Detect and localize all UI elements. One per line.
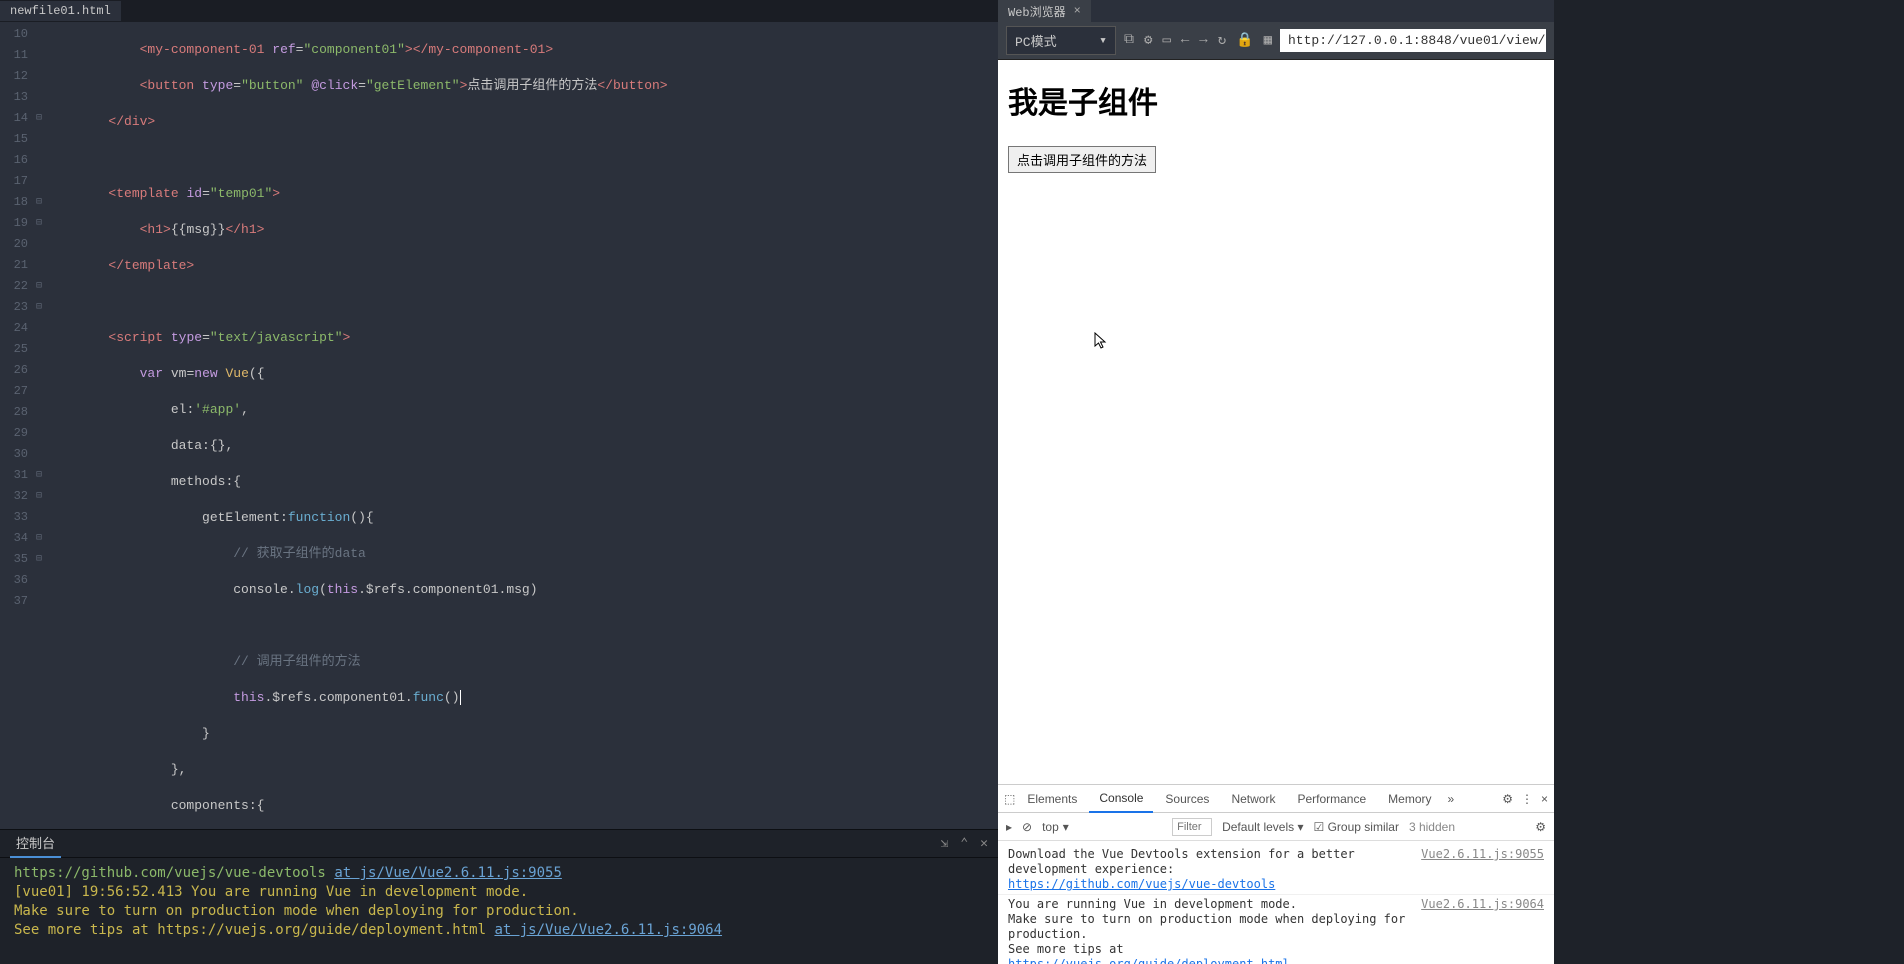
link[interactable]: https://vuejs.org/guide/deployment.html xyxy=(1008,957,1290,964)
preview-heading: 我是子组件 xyxy=(1008,78,1544,122)
tab-sources[interactable]: Sources xyxy=(1155,786,1219,812)
devtools-panel: ⬚ Elements Console Sources Network Perfo… xyxy=(998,784,1554,964)
gear-icon[interactable]: ⚙ xyxy=(1502,792,1513,806)
mode-select-label: PC模式 xyxy=(1015,31,1057,50)
hidden-count: 3 hidden xyxy=(1409,820,1455,834)
chevron-down-icon: ▾ xyxy=(1099,33,1107,48)
preview-area: 我是子组件 点击调用子组件的方法 xyxy=(998,60,1554,784)
gear-icon[interactable]: ⚙ xyxy=(1535,820,1546,834)
inspect-icon[interactable]: ⬚ xyxy=(1004,792,1015,806)
toggle-icon[interactable]: ▸ xyxy=(1006,820,1012,834)
filter-input[interactable] xyxy=(1172,818,1212,836)
devtools-console-body[interactable]: Download the Vue Devtools extension for … xyxy=(998,841,1554,964)
lock-icon[interactable]: 🔒 xyxy=(1236,32,1253,49)
devtools-tabs: ⬚ Elements Console Sources Network Perfo… xyxy=(998,785,1554,813)
editor-file-tab[interactable]: newfile01.html xyxy=(0,1,121,21)
preview-button[interactable]: 点击调用子组件的方法 xyxy=(1008,146,1156,173)
line-gutter: 1011121314151617181920212223242526272829… xyxy=(0,22,36,829)
levels-select[interactable]: Default levels ▾ xyxy=(1222,820,1303,834)
console-header: 控制台 ⇲ ⌃ ✕ xyxy=(0,830,998,858)
clear-icon[interactable]: ⊘ xyxy=(1022,820,1032,834)
console-message: You are running Vue in development mode.… xyxy=(998,895,1554,964)
editor-tab-bar: newfile01.html xyxy=(0,0,998,22)
menu-icon[interactable]: ⋮ xyxy=(1521,792,1533,806)
browser-tab-label: Web浏览器 xyxy=(1008,3,1066,20)
console-tab[interactable]: 控制台 xyxy=(10,829,61,858)
tab-elements[interactable]: Elements xyxy=(1017,786,1087,812)
grid-icon[interactable]: ▦ xyxy=(1264,32,1272,49)
code-lines[interactable]: <my-component-01 ref="component01"></my-… xyxy=(46,22,998,829)
tab-console[interactable]: Console xyxy=(1089,785,1153,813)
forward-icon[interactable]: → xyxy=(1199,32,1207,49)
devices-icon[interactable]: ▭ xyxy=(1162,32,1170,49)
close-icon[interactable]: × xyxy=(1074,4,1081,18)
code-editor[interactable]: 1011121314151617181920212223242526272829… xyxy=(0,22,998,829)
console-message: Download the Vue Devtools extension for … xyxy=(998,845,1554,895)
collapse-icon[interactable]: ⌃ xyxy=(960,836,968,851)
console-body[interactable]: https://github.com/vuejs/vue-devtools at… xyxy=(0,858,998,964)
browser-pane: Web浏览器 × PC模式 ▾ ⧉ ⚙ ▭ ← → ↻ 🔒 ▦ http://1… xyxy=(998,0,1554,964)
close-icon[interactable]: ✕ xyxy=(980,836,988,851)
toolbar-icons: ⧉ ⚙ ▭ ← → ↻ 🔒 ▦ xyxy=(1124,32,1272,49)
tab-network[interactable]: Network xyxy=(1221,786,1285,812)
gear-icon[interactable]: ⚙ xyxy=(1144,32,1152,49)
chevron-down-icon: ▾ xyxy=(1063,820,1069,834)
external-icon[interactable]: ⧉ xyxy=(1124,32,1134,49)
context-select[interactable]: top ▾ xyxy=(1042,820,1162,834)
browser-toolbar: PC模式 ▾ ⧉ ⚙ ▭ ← → ↻ 🔒 ▦ http://127.0.0.1:… xyxy=(998,22,1554,60)
context-label: top xyxy=(1042,820,1059,834)
back-icon[interactable]: ← xyxy=(1181,32,1189,49)
group-similar-checkbox[interactable]: ☑ Group similar xyxy=(1314,820,1399,834)
console-panel: 控制台 ⇲ ⌃ ✕ https://github.com/vuejs/vue-d… xyxy=(0,829,998,964)
refresh-icon[interactable]: ↻ xyxy=(1218,32,1226,49)
devtools-filter-bar: ▸ ⊘ top ▾ Default levels ▾ ☑ Group simil… xyxy=(998,813,1554,841)
fold-gutter: ⊟⊟⊟⊟⊟⊟⊟⊟⊟ xyxy=(36,22,46,829)
export-icon[interactable]: ⇲ xyxy=(941,836,949,851)
url-input[interactable]: http://127.0.0.1:8848/vue01/view/n xyxy=(1280,29,1546,52)
browser-tab[interactable]: Web浏览器 × xyxy=(998,0,1091,23)
editor-pane: newfile01.html 1011121314151617181920212… xyxy=(0,0,998,964)
link[interactable]: https://github.com/vuejs/vue-devtools xyxy=(1008,877,1275,891)
source-link[interactable]: Vue2.6.11.js:9064 xyxy=(1421,897,1544,964)
tab-performance[interactable]: Performance xyxy=(1287,786,1376,812)
browser-tab-bar: Web浏览器 × xyxy=(998,0,1554,22)
console-actions: ⇲ ⌃ ✕ xyxy=(941,836,988,851)
tabs-more-icon[interactable]: » xyxy=(1448,792,1455,806)
mode-select[interactable]: PC模式 ▾ xyxy=(1006,26,1116,55)
tab-memory[interactable]: Memory xyxy=(1378,786,1441,812)
close-icon[interactable]: × xyxy=(1541,792,1548,806)
source-link[interactable]: Vue2.6.11.js:9055 xyxy=(1421,847,1544,892)
